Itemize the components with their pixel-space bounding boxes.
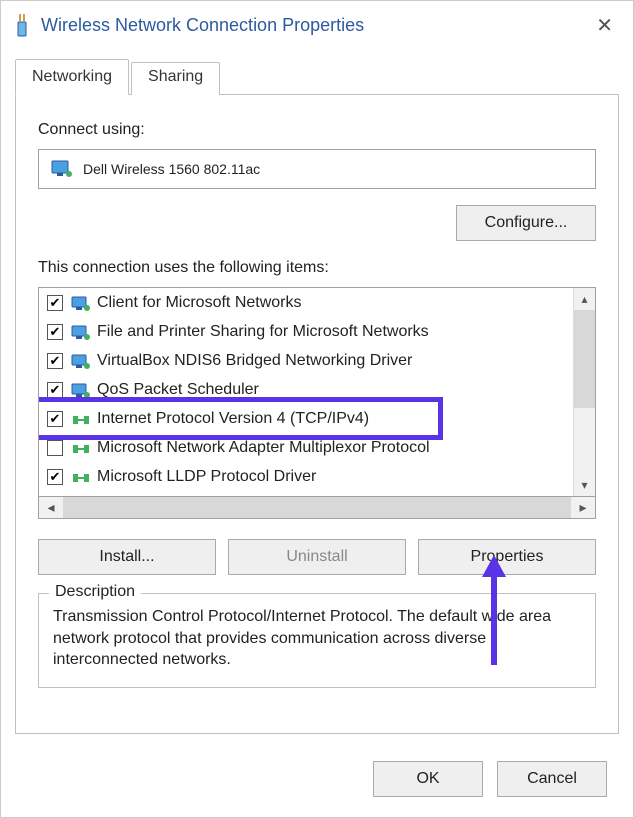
item-checkbox[interactable] [47,411,63,427]
list-item[interactable]: Client for Microsoft Networks [39,288,573,317]
window-title: Wireless Network Connection Properties [41,15,588,36]
scroll-down-arrow-icon[interactable]: ▾ [574,474,595,496]
titlebar: Wireless Network Connection Properties ✕ [1,1,633,49]
description-legend: Description [49,583,141,601]
items-listbox: Client for Microsoft Networks File and Pr… [38,287,596,497]
description-text: Transmission Control Protocol/Internet P… [53,606,581,671]
item-label: Internet Protocol Version 4 (TCP/IPv4) [97,410,369,428]
horizontal-scrollbar[interactable]: ◂ ▸ [38,497,596,519]
cancel-button[interactable]: Cancel [497,761,607,797]
net-client-icon [71,296,89,310]
adapter-box[interactable]: Dell Wireless 1560 802.11ac [38,149,596,189]
list-item[interactable]: QoS Packet Scheduler [39,375,573,404]
ok-button[interactable]: OK [373,761,483,797]
close-button[interactable]: ✕ [588,9,621,42]
list-item[interactable]: File and Printer Sharing for Microsoft N… [39,317,573,346]
net-service-icon [71,354,89,368]
item-checkbox[interactable] [47,440,63,456]
tabs-container: Networking Sharing Connect using: Dell W… [1,49,633,734]
item-label: Microsoft Network Adapter Multiplexor Pr… [97,439,430,457]
tab-networking[interactable]: Networking [15,59,129,95]
properties-button[interactable]: Properties [418,539,596,575]
net-service-icon [71,383,89,397]
hscroll-track[interactable] [63,497,571,518]
net-service-icon [71,325,89,339]
adapter-name: Dell Wireless 1560 802.11ac [83,161,260,177]
items-label: This connection uses the following items… [38,259,596,277]
list-item[interactable]: Internet Protocol Version 4 (TCP/IPv4) [39,404,573,433]
list-item[interactable]: Microsoft Network Adapter Multiplexor Pr… [39,433,573,462]
uninstall-button: Uninstall [228,539,406,575]
net-protocol-icon [71,412,89,426]
connect-using-label: Connect using: [38,121,596,139]
configure-button[interactable]: Configure... [456,205,596,241]
list-item[interactable]: Microsoft LLDP Protocol Driver [39,462,573,491]
item-checkbox[interactable] [47,469,63,485]
item-label: QoS Packet Scheduler [97,381,259,399]
item-checkbox[interactable] [47,295,63,311]
window: Wireless Network Connection Properties ✕… [0,0,634,818]
vertical-scrollbar[interactable]: ▴ ▾ [573,288,595,496]
item-checkbox[interactable] [47,382,63,398]
item-checkbox[interactable] [47,353,63,369]
dialog-footer: OK Cancel [1,734,633,817]
scroll-thumb[interactable] [574,310,595,408]
scroll-left-arrow-icon[interactable]: ◂ [39,499,63,516]
item-label: VirtualBox NDIS6 Bridged Networking Driv… [97,352,412,370]
install-button[interactable]: Install... [38,539,216,575]
scroll-right-arrow-icon[interactable]: ▸ [571,499,595,516]
item-label: Microsoft LLDP Protocol Driver [97,468,316,486]
item-label: File and Printer Sharing for Microsoft N… [97,323,429,341]
net-protocol-icon [71,441,89,455]
adapter-mini-icon [51,160,73,178]
adapter-icon [13,11,31,39]
tab-panel-networking: Connect using: Dell Wireless 1560 802.11… [15,94,619,734]
scroll-up-arrow-icon[interactable]: ▴ [574,288,595,310]
item-label: Client for Microsoft Networks [97,294,302,312]
net-protocol-icon [71,470,89,484]
description-group: Description Transmission Control Protoco… [38,593,596,688]
item-checkbox[interactable] [47,324,63,340]
tab-sharing[interactable]: Sharing [131,62,220,95]
list-item[interactable]: VirtualBox NDIS6 Bridged Networking Driv… [39,346,573,375]
